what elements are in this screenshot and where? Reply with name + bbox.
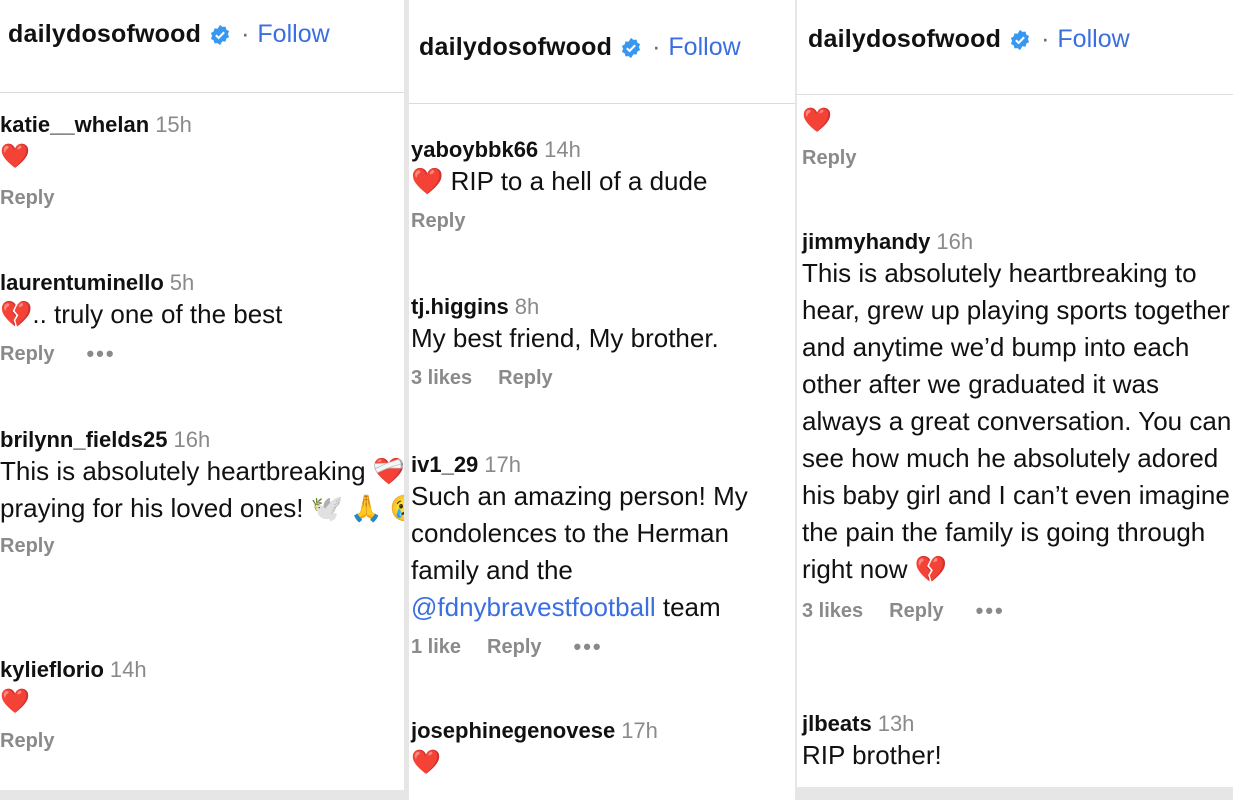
comment-time: 16h <box>936 229 974 254</box>
reply-button[interactable]: Reply <box>487 636 541 659</box>
header-separator: · <box>1041 25 1050 53</box>
comment-author[interactable]: jimmyhandy <box>802 229 930 254</box>
comment-author[interactable]: laurentuminello <box>0 270 164 295</box>
header-divider <box>0 92 404 93</box>
comment-text: This is absolutely heartbreaking ❤️‍🩹 pr… <box>0 456 404 523</box>
more-options-icon[interactable]: ••• <box>976 598 1005 624</box>
comment-text: ❤️ <box>411 749 441 776</box>
reply-button[interactable]: Reply <box>802 147 856 170</box>
post-author[interactable]: dailydosofwood <box>808 25 1001 54</box>
comment: kylieflorio 14h ❤️ Reply <box>0 657 404 753</box>
comment-author[interactable]: jlbeats <box>802 711 872 736</box>
comment-text: RIP brother! <box>802 740 942 770</box>
reply-button[interactable]: Reply <box>498 367 552 390</box>
comment: josephinegenovese 17h ❤️ <box>411 718 795 781</box>
comment-time: 14h <box>109 657 147 682</box>
comment-author[interactable]: iv1_29 <box>411 452 478 477</box>
reply-button[interactable]: Reply <box>0 343 54 366</box>
verified-badge-icon <box>211 24 230 45</box>
comment-author[interactable]: yaboybbk66 <box>411 137 538 162</box>
comment: yaboybbk66 14h ❤️ RIP to a hell of a dude… <box>411 137 795 233</box>
comment-time: 5h <box>169 270 195 295</box>
likes-count[interactable]: 1 like <box>411 636 461 659</box>
comments-panel-2: dailydosofwood · Follow yaboybbk66 14h ❤️… <box>409 0 795 800</box>
reply-button[interactable]: Reply <box>0 535 54 558</box>
mention-link[interactable]: @fdnybravestfootball <box>411 592 656 622</box>
header-separator: · <box>241 20 250 48</box>
comment-text-part: Such an amazing person! My condolences t… <box>411 481 748 585</box>
reply-button[interactable]: Reply <box>0 730 54 753</box>
comment: katie__whelan 15h ❤️ Reply <box>0 112 404 210</box>
comment-text: This is absolutely heartbreaking to hear… <box>802 258 1232 584</box>
reply-button[interactable]: Reply <box>889 600 943 623</box>
comment-author[interactable]: tj.higgins <box>411 294 509 319</box>
post-author[interactable]: dailydosofwood <box>419 33 612 62</box>
comment: tj.higgins 8h My best friend, My brother.… <box>411 294 795 390</box>
comment-time: 8h <box>514 294 540 319</box>
comment: jimmyhandy 16h This is absolutely heartbr… <box>802 229 1233 624</box>
comment-text: My best friend, My brother. <box>411 323 719 353</box>
comment-text: ❤️ <box>802 107 832 134</box>
post-header: dailydosofwood · Follow <box>8 20 404 49</box>
comment: iv1_29 17h Such an amazing person! My con… <box>411 452 795 660</box>
comments-panel-3: dailydosofwood · Follow ❤️ Reply jimmyha… <box>797 0 1233 787</box>
follow-button[interactable]: Follow <box>257 20 329 49</box>
comment: brilynn_fields25 16h This is absolutely h… <box>0 427 404 558</box>
comment: ❤️ Reply <box>802 102 1233 170</box>
comment-author[interactable]: brilynn_fields25 <box>0 427 168 452</box>
likes-count[interactable]: 3 likes <box>802 600 863 623</box>
header-separator: · <box>652 33 661 61</box>
verified-badge-icon <box>622 37 641 58</box>
comment: jlbeats 13h RIP brother! <box>802 711 1233 774</box>
more-options-icon[interactable]: ••• <box>574 634 603 660</box>
comments-panel-1: dailydosofwood · Follow katie__whelan 15h… <box>0 0 404 790</box>
comment-author[interactable]: josephinegenovese <box>411 718 615 743</box>
follow-button[interactable]: Follow <box>668 33 740 62</box>
comment-time: 16h <box>173 427 211 452</box>
more-options-icon[interactable]: ••• <box>86 341 115 367</box>
post-header: dailydosofwood · Follow <box>419 33 795 62</box>
comment-text: ❤️ RIP to a hell of a dude <box>411 166 708 196</box>
comment-text: ❤️ <box>0 688 30 715</box>
reply-button[interactable]: Reply <box>0 187 54 210</box>
comment-author[interactable]: katie__whelan <box>0 112 149 137</box>
comment-text: Such an amazing person! My condolences t… <box>411 478 795 626</box>
comment-time: 14h <box>544 137 581 162</box>
header-divider <box>797 94 1233 95</box>
post-header: dailydosofwood · Follow <box>808 25 1233 54</box>
comment-text-part: team <box>655 592 721 622</box>
comment-time: 15h <box>155 112 192 137</box>
post-author[interactable]: dailydosofwood <box>8 20 201 49</box>
comment-text: ❤️ <box>0 143 30 170</box>
likes-count[interactable]: 3 likes <box>411 367 472 390</box>
comment-time: 13h <box>877 711 915 736</box>
comment-text: 💔.. truly one of the best <box>0 299 283 329</box>
header-divider <box>409 103 795 104</box>
verified-badge-icon <box>1011 29 1030 50</box>
reply-button[interactable]: Reply <box>411 210 465 233</box>
comment-time: 17h <box>484 452 522 477</box>
comment-time: 17h <box>621 718 658 743</box>
comment-author[interactable]: kylieflorio <box>0 657 104 682</box>
comment: laurentuminello 5h 💔.. truly one of the b… <box>0 270 404 367</box>
follow-button[interactable]: Follow <box>1057 25 1129 54</box>
